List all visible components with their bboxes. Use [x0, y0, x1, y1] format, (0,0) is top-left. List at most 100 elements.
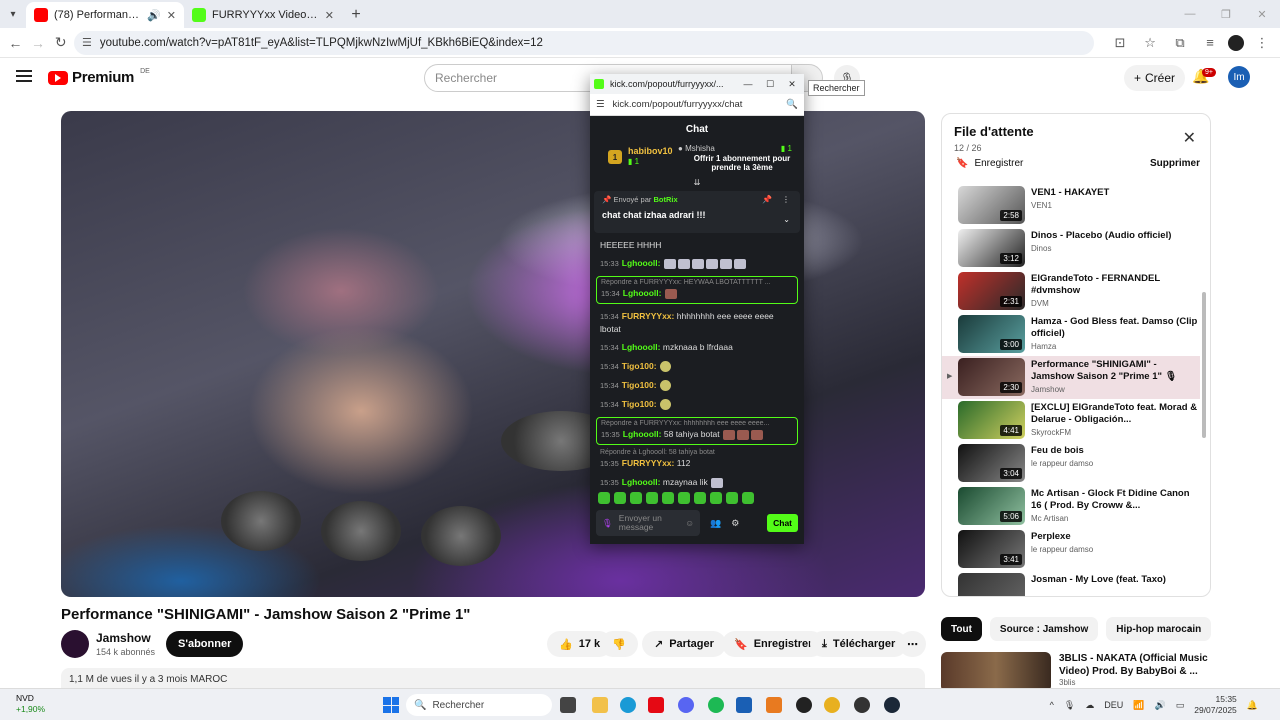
queue-item[interactable]: 5:06 Mc Artisan - Glock Ft Didine Canon 1… [942, 485, 1200, 528]
emote-icon[interactable] [710, 492, 722, 504]
file-explorer-icon[interactable] [592, 697, 608, 713]
queue-item[interactable]: ▶ 2:30 Performance "SHINIGAMI" - Jamshow S… [942, 356, 1200, 399]
close-tab-icon[interactable]: ✕ [325, 9, 334, 22]
close-tab-icon[interactable]: ✕ [167, 9, 176, 22]
maximize-icon[interactable]: ☐ [762, 79, 778, 90]
tab-youtube[interactable]: (78) Performance "SHINIGAMI" 🔊 ✕ [26, 2, 184, 28]
install-icon[interactable]: ⊡ [1108, 31, 1132, 55]
mic-icon[interactable]: 🎙 [1064, 700, 1075, 711]
msg-user[interactable]: Lghoooll: [623, 429, 662, 439]
battery-icon[interactable]: ▭ [1176, 700, 1185, 711]
pin-bot-name[interactable]: BotRix [653, 195, 677, 204]
notification-bell-icon[interactable]: 🔔 [1247, 700, 1258, 711]
emote-icon[interactable] [742, 492, 754, 504]
wifi-icon[interactable]: 📶 [1133, 700, 1144, 711]
channel-avatar[interactable] [61, 630, 89, 658]
close-window-icon[interactable]: ✕ [1244, 0, 1280, 28]
vlc-icon[interactable] [766, 697, 782, 713]
queue-item[interactable]: 3:00 Hamza - God Bless feat. Damso (Clip … [942, 313, 1200, 356]
emote-icon[interactable] [598, 492, 610, 504]
edge-icon[interactable] [620, 697, 636, 713]
chip-source[interactable]: Source : Jamshow [989, 617, 1099, 641]
queue-thumbnail[interactable]: 2:31 [958, 272, 1025, 310]
chip-genre[interactable]: Hip-hop marocain [1106, 617, 1212, 641]
emoji-icon[interactable]: ☺ [685, 518, 694, 528]
minimize-icon[interactable]: — [1172, 0, 1208, 28]
bookmark-star-icon[interactable]: ☆ [1138, 31, 1162, 55]
msg-user[interactable]: FURRYYYxx: [622, 311, 675, 321]
chip-all[interactable]: Tout [941, 617, 982, 641]
rec-thumbnail[interactable] [941, 652, 1051, 692]
msg-user[interactable]: Lghoooll: [623, 288, 662, 298]
msg-user[interactable]: FURRYYYxx: [622, 458, 675, 468]
recommended-video[interactable]: 3BLIS - NAKATA (Official Music Video) Pr… [941, 652, 1211, 692]
queue-item[interactable]: 3:12 Dinos - Placebo (Audio officiel) Dino… [942, 227, 1200, 270]
queue-thumbnail[interactable]: 2:30 [958, 358, 1025, 396]
url-field[interactable]: ☰ youtube.com/watch?v=pAT81tF_eyA&list=T… [74, 30, 1095, 55]
msg-user[interactable]: Tigo100: [622, 399, 657, 409]
dislike-button[interactable]: 👎 [600, 631, 638, 657]
queue-thumbnail[interactable]: 3:04 [958, 444, 1025, 482]
language-indicator[interactable]: DEU [1104, 700, 1123, 710]
chat-send-button[interactable]: Chat [767, 514, 798, 532]
search-icon[interactable]: 🔍 [786, 99, 798, 110]
emote-icon[interactable] [662, 492, 674, 504]
queue-item[interactable]: 2:58 VEN1 - HAKAYET VEN1 [942, 184, 1200, 227]
tab-kick[interactable]: FURRYYYxx Videos - Watch On ✕ [184, 2, 342, 28]
popup-url-bar[interactable]: ☰ kick.com/popout/furryyyxx/chat 🔍 [590, 94, 804, 116]
back-icon[interactable]: ← [6, 30, 25, 56]
download-button[interactable]: ⤓ Télécharger [810, 631, 908, 657]
gift-sub-prompt[interactable]: Offrir 1 abonnement pour prendre la 3ème [692, 154, 792, 172]
queue-item[interactable]: 3:41 Perplexe le rappeur damso [942, 528, 1200, 571]
leader-name[interactable]: habibov10 [628, 146, 673, 156]
stock-widget[interactable]: NVD +1,90% [16, 693, 45, 715]
clock[interactable]: 15:35 29/07/2025 [1194, 694, 1237, 716]
menu-icon[interactable] [16, 70, 32, 82]
task-view-icon[interactable] [560, 697, 576, 713]
queue-thumbnail[interactable]: 4:41 [958, 401, 1025, 439]
reload-icon[interactable]: ↻ [51, 30, 70, 56]
emote-icon[interactable] [694, 492, 706, 504]
share-button[interactable]: ↗ Partager [642, 631, 726, 657]
msg-user[interactable]: Lghoooll: [622, 477, 661, 487]
chevron-right-icon[interactable]: › [1188, 622, 1192, 636]
audio-icon[interactable]: 🔊 [147, 9, 161, 22]
store-icon[interactable] [736, 697, 752, 713]
emote-icon[interactable] [646, 492, 658, 504]
discord-icon[interactable] [678, 697, 694, 713]
obs-icon[interactable] [854, 697, 870, 713]
pin-more-icon[interactable]: ⋮ [782, 195, 790, 204]
minimize-icon[interactable]: — [740, 79, 756, 89]
user-avatar[interactable]: Im [1228, 66, 1250, 88]
close-queue-icon[interactable]: ✕ [1183, 128, 1196, 148]
pin-icon[interactable]: 📌 [762, 195, 772, 204]
spotify-icon[interactable] [708, 697, 724, 713]
youtube-logo[interactable]: Premium DE [48, 68, 150, 86]
create-button[interactable]: + Créer [1124, 65, 1186, 91]
maximize-icon[interactable]: ❐ [1208, 0, 1244, 28]
queue-save-button[interactable]: 🔖 Enregistrer [956, 158, 1023, 169]
close-icon[interactable]: ✕ [784, 79, 800, 90]
steam-icon[interactable] [884, 697, 900, 713]
forward-icon[interactable]: → [29, 30, 48, 56]
app-icon[interactable] [796, 697, 812, 713]
chrome-icon[interactable] [824, 697, 840, 713]
queue-thumbnail[interactable]: 2:58 [958, 186, 1025, 224]
reading-list-icon[interactable]: ≡ [1198, 31, 1222, 55]
queue-item[interactable]: 2:31 ElGrandeToto - FERNANDEL #dvmshow DVM [942, 270, 1200, 313]
queue-delete-button[interactable]: Supprimer [1150, 158, 1200, 169]
queue-item[interactable]: 3:04 Feu de bois le rappeur damso [942, 442, 1200, 485]
msg-user[interactable]: Lghoooll: [622, 342, 661, 352]
emote-icon[interactable] [678, 492, 690, 504]
queue-thumbnail[interactable]: 5:06 [958, 487, 1025, 525]
more-menu-icon[interactable]: ⋮ [1250, 31, 1274, 55]
site-info-icon[interactable]: ☰ [82, 36, 92, 49]
profile-avatar[interactable] [1228, 34, 1245, 51]
windows-start-icon[interactable] [383, 697, 399, 713]
emote-icon[interactable] [614, 492, 626, 504]
netflix-icon[interactable] [648, 697, 664, 713]
queue-thumbnail[interactable]: 3:41 [958, 530, 1025, 568]
queue-item[interactable]: Josman - My Love (feat. Taxo) [942, 571, 1200, 596]
extensions-icon[interactable]: ⧉ [1168, 31, 1192, 55]
more-actions-button[interactable]: ⋯ [899, 631, 926, 657]
